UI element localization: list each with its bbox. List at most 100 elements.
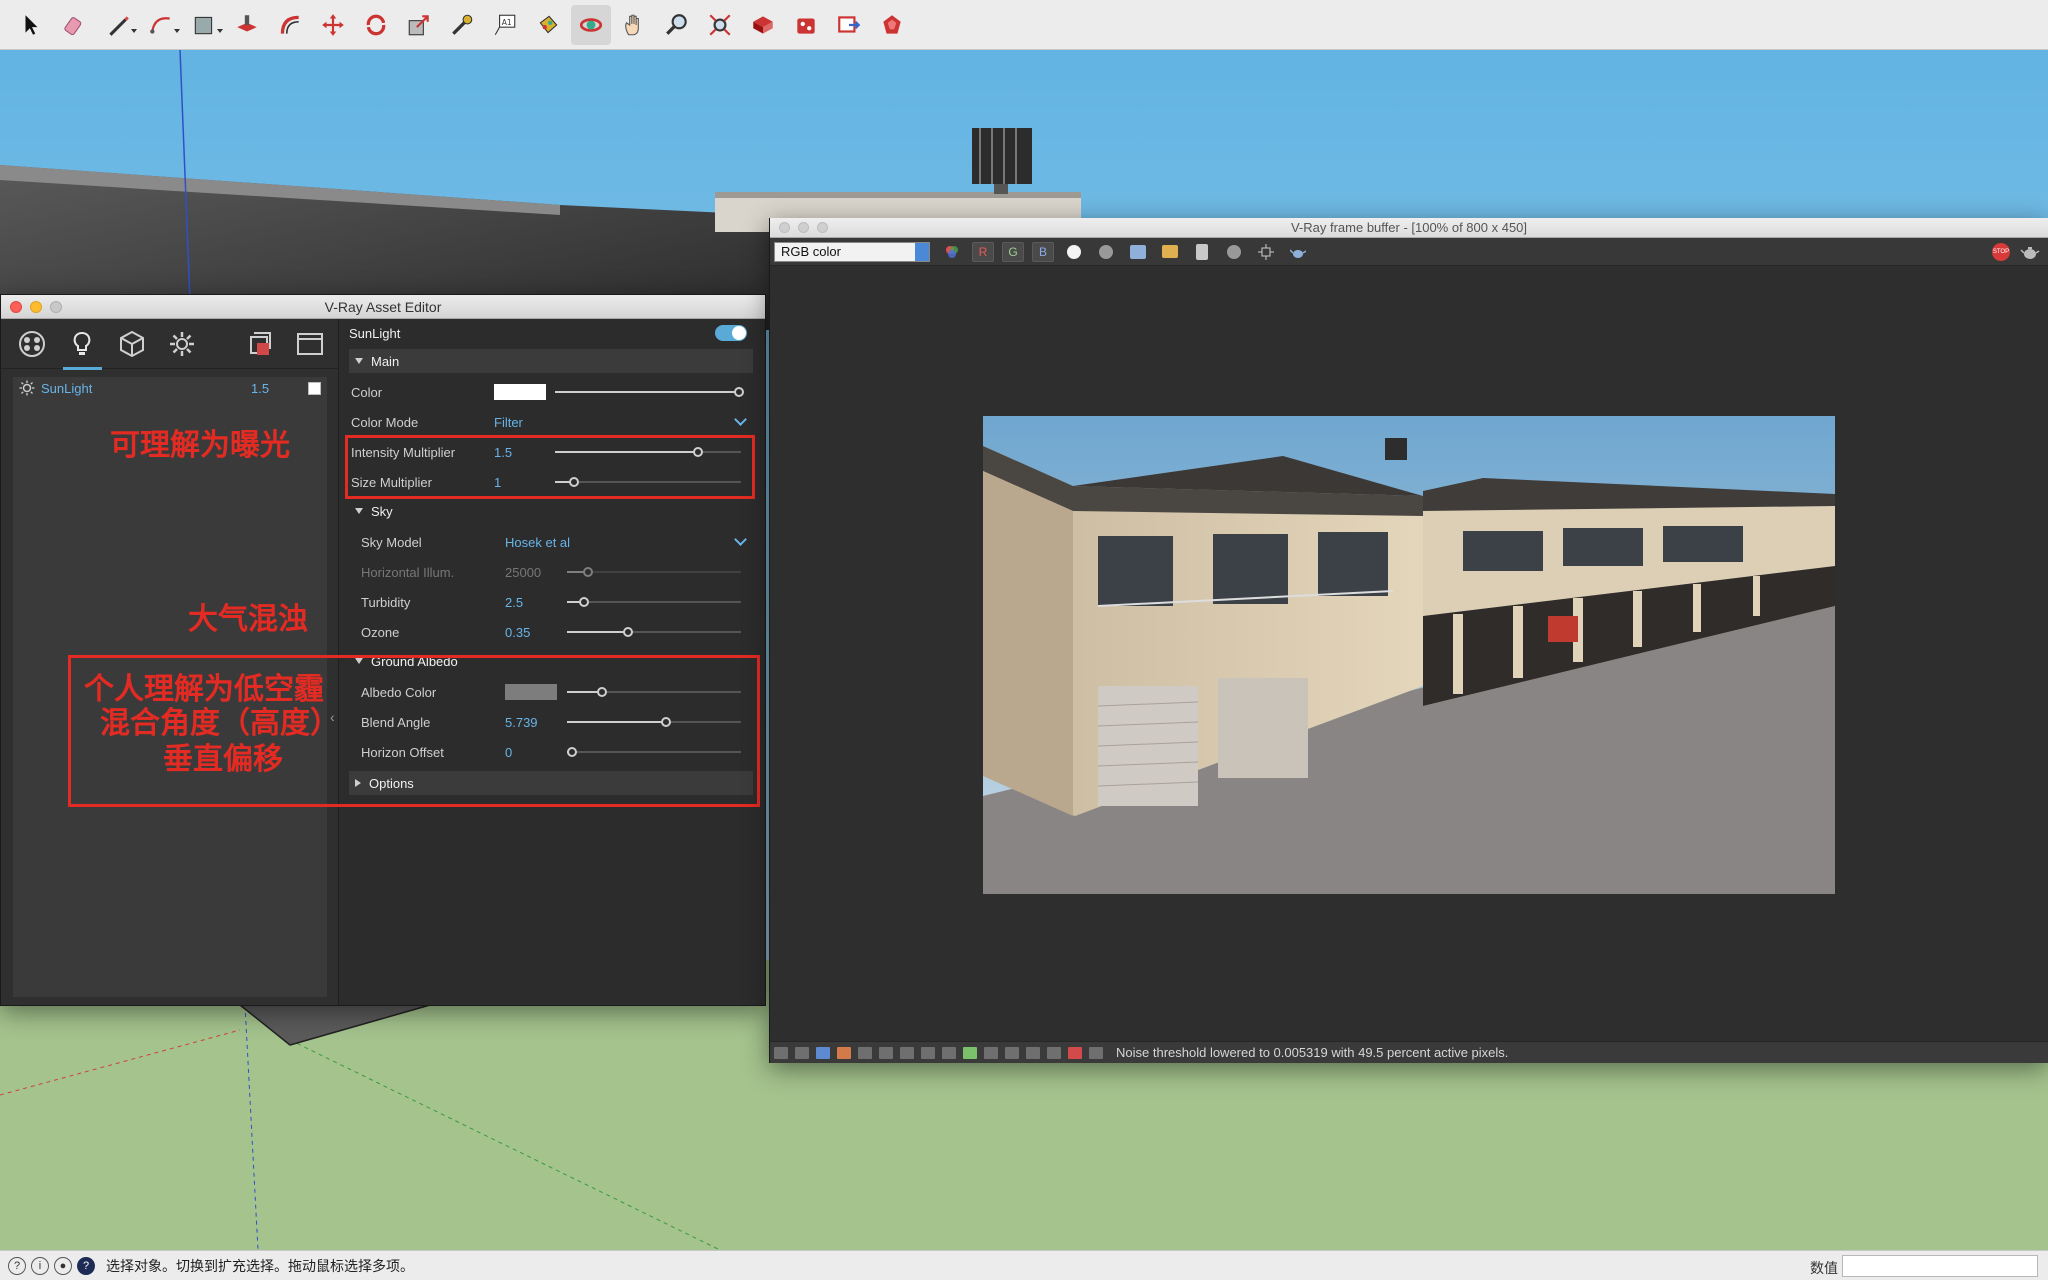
push-pull-tool[interactable] — [227, 5, 267, 45]
window-controls — [779, 222, 836, 233]
color-correction-icon[interactable] — [837, 1046, 851, 1059]
zoom-extents-tool[interactable] — [700, 5, 740, 45]
save-image-button[interactable] — [1126, 241, 1150, 263]
text-tool[interactable]: A1 — [485, 5, 525, 45]
color-label: Color — [351, 385, 383, 400]
teapot-icon[interactable] — [2020, 244, 2040, 260]
close-window-button[interactable] — [10, 301, 22, 313]
tab-materials[interactable] — [11, 322, 54, 366]
color-channels-button[interactable] — [940, 241, 964, 263]
curve-icon[interactable] — [879, 1046, 893, 1059]
white-balance-icon[interactable] — [942, 1046, 956, 1059]
mono-button[interactable] — [1094, 241, 1118, 263]
stamp-icon[interactable] — [816, 1046, 830, 1059]
render-region-icon[interactable] — [1089, 1046, 1103, 1059]
info-icon[interactable]: i — [31, 1256, 49, 1275]
extension-manager-button[interactable] — [872, 5, 912, 45]
chevron-down-icon[interactable] — [734, 413, 747, 426]
render-button[interactable] — [1286, 241, 1310, 263]
turbidity-input[interactable]: 2.5 — [505, 595, 523, 610]
color-mode-dropdown[interactable]: Filter — [494, 415, 523, 430]
lights-tab-icon — [73, 331, 91, 355]
rgb-circles-icon — [946, 245, 958, 258]
paint-bucket-tool[interactable] — [528, 5, 568, 45]
v-split-icon[interactable] — [1047, 1046, 1061, 1059]
minimize-window-button[interactable] — [30, 301, 42, 313]
history-icon[interactable] — [774, 1046, 788, 1059]
select-tool[interactable] — [12, 5, 52, 45]
clear-image-button[interactable] — [1190, 241, 1214, 263]
ozone-input[interactable]: 0.35 — [505, 625, 530, 640]
scale-tool[interactable] — [399, 5, 439, 45]
track-mouse-button[interactable] — [1222, 241, 1246, 263]
lens-effects-icon[interactable] — [795, 1046, 809, 1059]
sky-model-dropdown[interactable]: Hosek et al — [505, 535, 570, 550]
tape-measure-tool[interactable] — [442, 5, 482, 45]
slider-knob[interactable] — [622, 627, 633, 637]
vfb-titlebar[interactable]: V-Ray frame buffer - [100% of 800 x 450] — [770, 218, 2048, 238]
send-to-layout-button[interactable] — [829, 5, 869, 45]
sphere-icon — [1227, 244, 1241, 259]
measurements-input[interactable] — [1842, 1255, 2038, 1277]
tab-geometry[interactable] — [111, 322, 154, 366]
green-channel-button[interactable]: G — [1002, 241, 1024, 262]
pixel-info-icon[interactable] — [1068, 1046, 1082, 1059]
sunlight-enable-checkbox[interactable] — [308, 382, 321, 395]
tab-render-elements[interactable] — [238, 322, 281, 366]
red-channel-button[interactable]: R — [972, 241, 994, 262]
3d-warehouse-button[interactable] — [743, 5, 783, 45]
slider-knob[interactable] — [579, 597, 590, 607]
exposure-icon[interactable] — [921, 1046, 935, 1059]
chevron-down-icon[interactable] — [734, 533, 747, 546]
sunlight-toggle[interactable] — [715, 325, 747, 341]
color-swatch[interactable] — [494, 384, 546, 400]
tab-lights[interactable] — [61, 322, 104, 370]
move-tool[interactable] — [313, 5, 353, 45]
orbit-tool[interactable] — [571, 4, 611, 45]
slider-knob[interactable] — [734, 387, 745, 397]
sun-icon — [19, 380, 35, 396]
turbidity-slider[interactable] — [567, 597, 741, 607]
lut-icon[interactable] — [963, 1046, 977, 1059]
offset-tool[interactable] — [270, 5, 310, 45]
section-sky[interactable]: Sky — [349, 499, 753, 523]
levels-icon[interactable] — [858, 1046, 872, 1059]
tab-textures[interactable] — [288, 322, 331, 366]
save-icon — [1130, 244, 1146, 259]
maximize-window-button[interactable] — [817, 222, 828, 233]
rectangle-tool[interactable] — [184, 5, 224, 45]
ocio-icon[interactable] — [984, 1046, 998, 1059]
alpha-white-button[interactable] — [1062, 241, 1086, 263]
zoom-icon — [666, 13, 687, 35]
tab-settings[interactable] — [160, 322, 203, 366]
ozone-slider[interactable] — [567, 627, 741, 637]
asset-editor-titlebar[interactable]: V-Ray Asset Editor — [1, 295, 765, 319]
section-main[interactable]: Main — [349, 349, 753, 373]
rotate-tool[interactable] — [356, 5, 396, 45]
region-render-button[interactable] — [1254, 241, 1278, 263]
maximize-window-button[interactable] — [50, 301, 62, 313]
compare-icon[interactable] — [1005, 1046, 1019, 1059]
channel-select[interactable]: RGB color — [774, 241, 930, 262]
blue-channel-button[interactable]: B — [1032, 241, 1054, 262]
render-area[interactable] — [770, 266, 2048, 1041]
eraser-tool[interactable] — [55, 5, 95, 45]
stop-render-button[interactable]: STOP — [1992, 243, 2010, 261]
select-stepper-icon[interactable] — [915, 242, 929, 261]
load-image-button[interactable] — [1158, 241, 1182, 263]
extension-warehouse-button[interactable] — [786, 5, 826, 45]
color-slider[interactable] — [555, 387, 745, 397]
arc-tool[interactable] — [141, 5, 181, 45]
pan-tool[interactable] — [614, 5, 654, 45]
move-icon — [322, 13, 344, 36]
histogram-icon[interactable] — [900, 1046, 914, 1059]
geo-location-icon[interactable]: ? — [8, 1256, 26, 1275]
help-icon[interactable]: ? — [77, 1256, 95, 1275]
close-window-button[interactable] — [779, 222, 790, 233]
zoom-tool[interactable] — [657, 5, 697, 45]
list-item[interactable]: SunLight 1.5 — [13, 377, 327, 399]
minimize-window-button[interactable] — [798, 222, 809, 233]
h-split-icon[interactable] — [1026, 1046, 1040, 1059]
line-tool[interactable] — [98, 5, 138, 45]
user-icon[interactable]: ● — [54, 1256, 72, 1275]
